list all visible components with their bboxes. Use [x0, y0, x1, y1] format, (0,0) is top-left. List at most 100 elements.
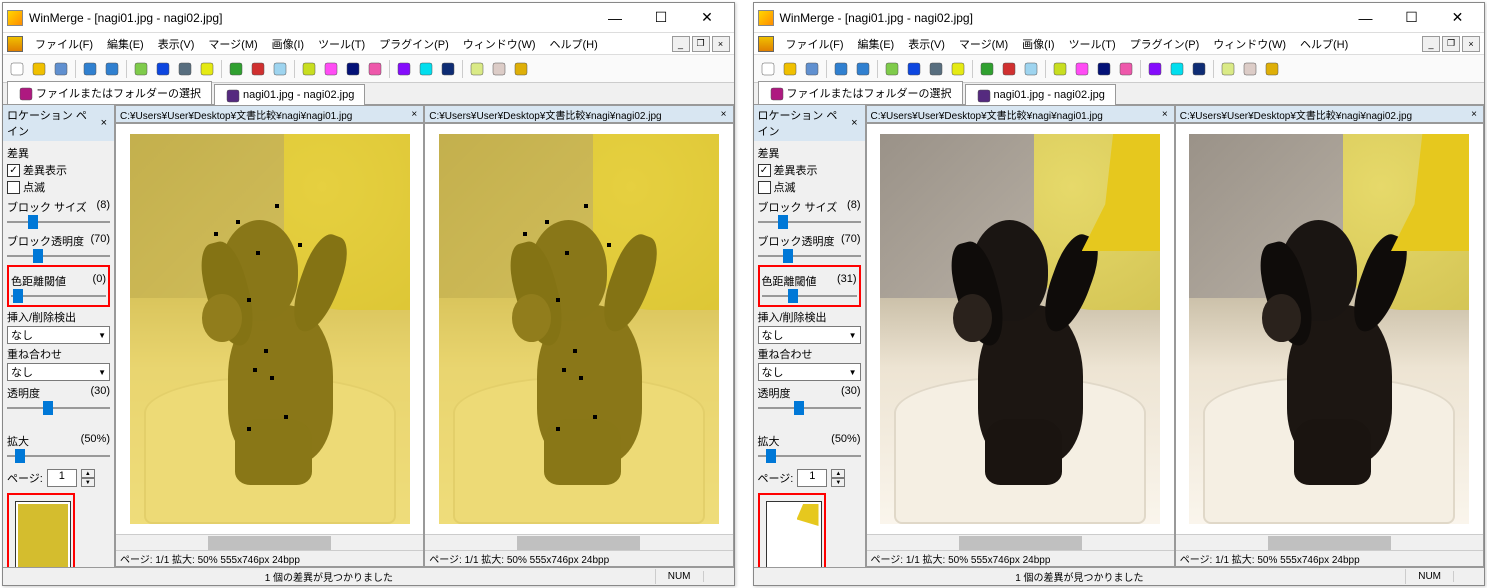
insdet-select[interactable]: なし▼ [758, 326, 861, 344]
tb-nav-prev[interactable] [321, 59, 341, 79]
tb-refresh[interactable] [226, 59, 246, 79]
hscroll-0[interactable] [116, 534, 423, 550]
image-canvas-0[interactable] [116, 124, 423, 534]
colordist-slider[interactable] [762, 289, 857, 303]
page-input[interactable]: 1 [797, 469, 827, 487]
tb-merge-all[interactable] [1145, 59, 1165, 79]
tb-merge-r[interactable] [1189, 59, 1209, 79]
tb-diff-up-left[interactable] [131, 59, 151, 79]
tb-view1[interactable] [270, 59, 290, 79]
tab-1[interactable]: nagi01.jpg - nagi02.jpg [965, 84, 1116, 105]
tb-nav-next[interactable] [1094, 59, 1114, 79]
tb-nav-last[interactable] [1116, 59, 1136, 79]
tb-diff-down-left[interactable] [904, 59, 924, 79]
alpha-slider[interactable] [758, 401, 861, 415]
tb-undo[interactable] [831, 59, 851, 79]
tb-save[interactable] [802, 59, 822, 79]
page-input[interactable]: 1 [47, 469, 77, 487]
tb-nav-first[interactable] [1050, 59, 1070, 79]
menu-2[interactable]: 表示(V) [902, 34, 951, 54]
page-up[interactable]: ▲ [81, 469, 95, 478]
page-down[interactable]: ▼ [81, 478, 95, 487]
tb-stop[interactable] [248, 59, 268, 79]
overlay-select[interactable]: なし▼ [758, 363, 861, 381]
insdet-select[interactable]: なし▼ [7, 326, 110, 344]
path-close-0[interactable]: × [1160, 109, 1170, 120]
tb-open[interactable] [29, 59, 49, 79]
tb-opt1[interactable] [1218, 59, 1238, 79]
maximize-button[interactable]: ☐ [1389, 4, 1434, 32]
maximize-button[interactable]: ☐ [639, 4, 684, 32]
tb-nav-prev[interactable] [1072, 59, 1092, 79]
menu-5[interactable]: ツール(T) [312, 34, 371, 54]
colordist-slider[interactable] [11, 289, 106, 303]
mdi-restore[interactable]: ❐ [1442, 36, 1460, 52]
chk-show-diff[interactable]: ✓ [7, 164, 20, 177]
zoom-slider[interactable] [758, 449, 861, 463]
mdi-close[interactable]: × [1462, 36, 1480, 52]
hscroll-1[interactable] [425, 534, 732, 550]
tb-diff-down-right[interactable] [948, 59, 968, 79]
tb-opt2[interactable] [1240, 59, 1260, 79]
menu-3[interactable]: マージ(M) [202, 34, 263, 54]
mdi-min[interactable]: _ [672, 36, 690, 52]
menu-0[interactable]: ファイル(F) [780, 34, 850, 54]
hscroll-0[interactable] [867, 534, 1174, 550]
mdi-min[interactable]: _ [1422, 36, 1440, 52]
menu-7[interactable]: ウィンドウ(W) [1207, 34, 1292, 54]
overlay-select[interactable]: なし▼ [7, 363, 110, 381]
tb-merge-l[interactable] [416, 59, 436, 79]
menu-0[interactable]: ファイル(F) [29, 34, 99, 54]
tb-diff-up-right[interactable] [926, 59, 946, 79]
sidebar-close[interactable]: × [848, 117, 860, 129]
menu-1[interactable]: 編集(E) [101, 34, 150, 54]
tb-merge-all[interactable] [394, 59, 414, 79]
tb-stop[interactable] [999, 59, 1019, 79]
tb-opt3[interactable] [511, 59, 531, 79]
path-close-1[interactable]: × [719, 109, 729, 120]
tb-nav-next[interactable] [343, 59, 363, 79]
blockalpha-slider[interactable] [758, 249, 861, 263]
tb-new[interactable] [7, 59, 27, 79]
minimize-button[interactable]: — [593, 4, 638, 32]
path-close-1[interactable]: × [1469, 109, 1479, 120]
mdi-restore[interactable]: ❐ [692, 36, 710, 52]
tb-redo[interactable] [102, 59, 122, 79]
tb-opt2[interactable] [489, 59, 509, 79]
tb-nav-last[interactable] [365, 59, 385, 79]
close-button[interactable]: ✕ [1435, 4, 1480, 32]
tb-save[interactable] [51, 59, 71, 79]
mdi-close[interactable]: × [712, 36, 730, 52]
tb-redo[interactable] [853, 59, 873, 79]
image-canvas-0[interactable] [867, 124, 1174, 534]
page-up[interactable]: ▲ [831, 469, 845, 478]
menu-8[interactable]: ヘルプ(H) [1294, 34, 1354, 54]
zoom-slider[interactable] [7, 449, 110, 463]
menu-3[interactable]: マージ(M) [953, 34, 1014, 54]
tab-1[interactable]: nagi01.jpg - nagi02.jpg [214, 84, 365, 105]
chk-blink[interactable] [7, 181, 20, 194]
tb-open[interactable] [780, 59, 800, 79]
menu-1[interactable]: 編集(E) [852, 34, 901, 54]
tb-diff-down-left[interactable] [153, 59, 173, 79]
blockalpha-slider[interactable] [7, 249, 110, 263]
tb-merge-r[interactable] [438, 59, 458, 79]
diff-thumbnail[interactable] [766, 501, 822, 567]
menu-4[interactable]: 画像(I) [1016, 34, 1060, 54]
close-button[interactable]: ✕ [685, 4, 730, 32]
menu-5[interactable]: ツール(T) [1063, 34, 1122, 54]
menu-4[interactable]: 画像(I) [266, 34, 310, 54]
blocksize-slider[interactable] [7, 215, 110, 229]
tb-diff-up-left[interactable] [882, 59, 902, 79]
menu-8[interactable]: ヘルプ(H) [544, 34, 604, 54]
chk-blink[interactable] [758, 181, 771, 194]
blocksize-slider[interactable] [758, 215, 861, 229]
tb-diff-down-right[interactable] [197, 59, 217, 79]
tab-0[interactable]: ファイルまたはフォルダーの選択 [758, 81, 963, 104]
tb-opt3[interactable] [1262, 59, 1282, 79]
path-close-0[interactable]: × [409, 109, 419, 120]
tab-0[interactable]: ファイルまたはフォルダーの選択 [7, 81, 212, 104]
image-canvas-1[interactable] [425, 124, 732, 534]
tb-view1[interactable] [1021, 59, 1041, 79]
tb-diff-up-right[interactable] [175, 59, 195, 79]
